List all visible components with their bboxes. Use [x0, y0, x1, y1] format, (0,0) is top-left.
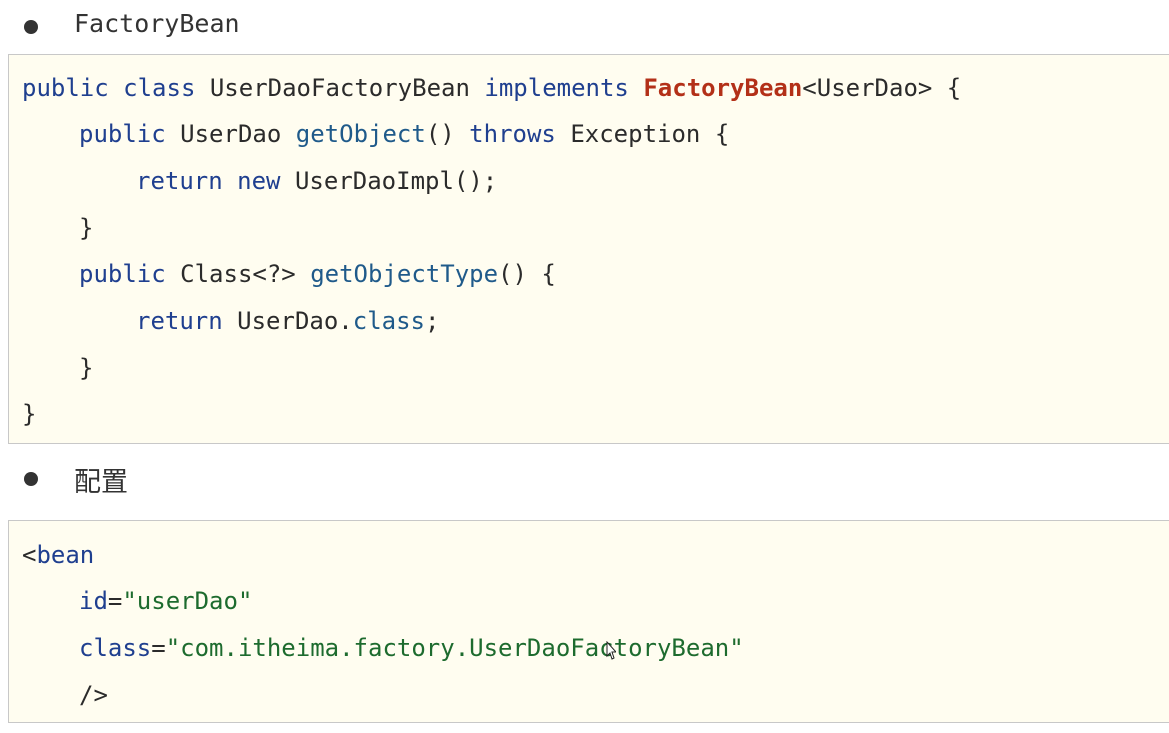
code-token-keyword: new [237, 167, 281, 195]
code-line-2: public UserDao getObject() throws Except… [22, 119, 729, 149]
code-line-5: public Class<?> getObjectType() { [22, 259, 556, 289]
code-line-7: } [22, 353, 93, 383]
bullet-item-config: 配置 [0, 460, 1169, 498]
code-token-rest: Exception { [570, 120, 730, 148]
code-block-java: public class UserDaoFactoryBean implemen… [8, 54, 1169, 444]
code-token-method: getObject [295, 120, 426, 148]
bullet-dot-icon [24, 20, 38, 34]
code-token-close: /> [79, 681, 108, 709]
code-token-eq: = [151, 634, 166, 662]
code-block-xml: <bean id="userDao" class="com.itheima.fa… [8, 520, 1169, 723]
code-token-string: "userDao" [122, 587, 253, 615]
code-token-keyword: return [136, 167, 223, 195]
code-line-4: } [22, 213, 93, 243]
code-token-paren: () [425, 120, 455, 148]
code-token-string: "com.itheima.factory.UserDaoFactoryBean" [165, 634, 744, 662]
code-token-attr: class [79, 634, 152, 662]
code-token-keyword: public [79, 120, 166, 148]
code-token-tag: bean [36, 541, 95, 569]
code-token-type: Class<?> [180, 260, 296, 288]
code-token-brace: } [22, 400, 37, 428]
bullet-item-factorybean: FactoryBean [0, 9, 1169, 42]
code-token-rest: () { [498, 260, 556, 288]
code-token-keyword: class [352, 307, 425, 335]
code-token-keyword: throws [469, 120, 556, 148]
code-token-class-name: UserDaoFactoryBean [209, 74, 470, 102]
code-token-interface: FactoryBean [643, 74, 803, 102]
code-token-attr: id [79, 587, 108, 615]
code-token-brace: } [79, 354, 94, 382]
code-line-3: return new UserDaoImpl(); [22, 166, 497, 196]
code-line-1: <bean [22, 540, 94, 570]
bullet-dot-icon [24, 472, 38, 486]
code-token-keyword: public [79, 260, 166, 288]
code-line-2: id="userDao" [22, 586, 252, 616]
mouse-cursor-icon [606, 641, 616, 660]
code-token-brace: } [79, 214, 94, 242]
code-token-keyword: return [136, 307, 223, 335]
code-line-8: } [22, 399, 36, 429]
code-token-rest: ; [425, 307, 440, 335]
code-token-rest: <UserDao> { [802, 74, 962, 102]
code-token-keyword: public class [22, 74, 196, 102]
bullet-label: 配置 [74, 467, 128, 498]
code-token-method: getObjectType [310, 260, 499, 288]
code-token-eq: = [107, 587, 123, 615]
code-token-rest: UserDaoImpl(); [294, 167, 498, 195]
code-line-6: return UserDao.class; [22, 306, 439, 336]
code-line-4: /> [22, 680, 108, 710]
code-token-lt: < [22, 541, 37, 569]
code-token-type: UserDao. [237, 307, 353, 335]
code-token-keyword: implements [484, 74, 629, 102]
code-token-type: UserDao [180, 120, 282, 148]
code-line-3: class="com.itheima.factory.UserDaoFactor… [22, 633, 744, 663]
code-line-1: public class UserDaoFactoryBean implemen… [22, 73, 961, 103]
bullet-label: FactoryBean [74, 9, 240, 38]
